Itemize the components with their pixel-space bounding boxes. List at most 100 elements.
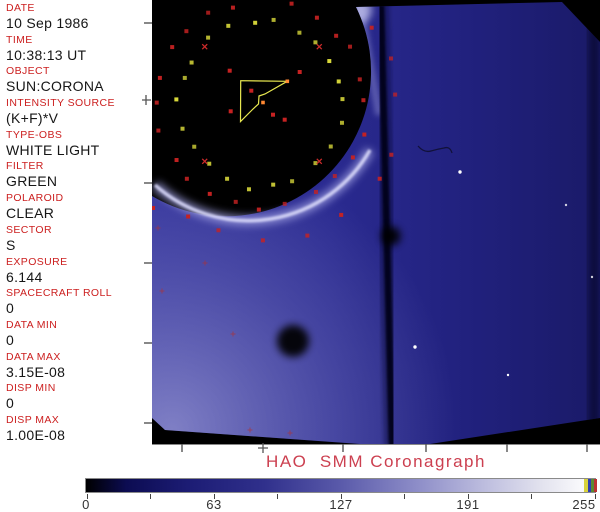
metadata-field: SECTORS [6, 224, 151, 256]
field-label: TYPE-OBS [6, 129, 151, 142]
mid-red-ring-dot [361, 98, 365, 102]
metadata-field: OBJECTSUN:CORONA [6, 65, 151, 97]
inner-yellow-ring-dot [253, 21, 257, 25]
colorbar-overlay-stripe [594, 479, 597, 492]
field-label: DATA MAX [6, 351, 151, 364]
inner-yellow-ring-dot [181, 127, 185, 131]
inner-yellow-ring-dot [207, 162, 211, 166]
outer-red-ring-dot [393, 93, 397, 97]
inner-yellow-ring-dot [337, 79, 341, 83]
field-label: SPACECRAFT ROLL [6, 287, 151, 300]
colorbar-label: 0 [82, 497, 90, 512]
mid-red-ring-dot [234, 200, 238, 204]
mid-red-ring-dot [334, 34, 338, 38]
field-value: CLEAR [6, 205, 151, 222]
metadata-sidebar: DATE10 Sep 1986TIME10:38:13 UTOBJECTSUN:… [6, 2, 151, 446]
mid-red-ring-dot [175, 158, 179, 162]
colorbar-tick [277, 494, 278, 499]
right-dark-column [588, 0, 600, 458]
colorbar-label: 191 [456, 497, 479, 512]
white-speck [591, 276, 593, 278]
colorbar-tick [150, 494, 151, 499]
inner-yellow-ring-dot [271, 183, 275, 187]
inner-yellow-ring-dot [290, 179, 294, 183]
metadata-field: DISP MIN0 [6, 382, 151, 414]
field-value: S [6, 237, 151, 254]
metadata-field: DISP MAX1.00E-08 [6, 414, 151, 446]
inner-yellow-ring-dot [297, 31, 301, 35]
metadata-field: DATA MAX3.15E-08 [6, 351, 151, 383]
metadata-field: DATE10 Sep 1986 [6, 2, 151, 34]
inner-yellow-ring-dot [329, 145, 333, 149]
mid-red-ring-dot [315, 16, 319, 20]
inner-yellow-ring-dot [183, 76, 187, 80]
inner-yellow-ring-dot [206, 36, 210, 40]
colorbar-label: 255 [572, 497, 595, 512]
field-value: 0 [6, 395, 151, 412]
inner-yellow-ring-dot [226, 24, 230, 28]
outer-red-ring-dot [378, 177, 382, 181]
field-value: 6.144 [6, 269, 151, 286]
field-label: SECTOR [6, 224, 151, 237]
inner-yellow-ring-dot [340, 121, 344, 125]
mid-red-ring-dot [351, 155, 355, 159]
colorbar-tick [341, 494, 342, 499]
field-value: 0 [6, 300, 151, 317]
extra-red-dot [151, 206, 155, 210]
field-value: SUN:CORONA [6, 78, 151, 95]
colorbar-tick [531, 494, 532, 499]
field-value: 3.15E-08 [6, 364, 151, 381]
metadata-field: EXPOSURE6.144 [6, 256, 151, 288]
field-value: GREEN [6, 173, 151, 190]
outer-red-ring-dot [261, 238, 265, 242]
field-label: DISP MAX [6, 414, 151, 427]
outer-red-ring-dot [389, 56, 393, 60]
mid-red-ring-dot [358, 77, 362, 81]
field-value: 10 Sep 1986 [6, 15, 151, 32]
colorbar-tick [214, 494, 215, 499]
dark-blob [382, 227, 401, 246]
mid-red-ring-dot [257, 208, 261, 212]
inner-yellow-ring-dot [174, 97, 178, 101]
inner-yellow-ring-dot [340, 97, 344, 101]
inner-yellow-ring-dot [247, 187, 251, 191]
extra-red-dot [228, 69, 232, 73]
mid-red-ring-dot [170, 45, 174, 49]
field-label: OBJECT [6, 65, 151, 78]
metadata-field: TIME10:38:13 UT [6, 34, 151, 66]
vertical-dark-band [381, 4, 392, 446]
extra-red-dot [249, 89, 253, 93]
field-label: TIME [6, 34, 151, 47]
inner-yellow-ring-dot [192, 145, 196, 149]
extra-red-dot [229, 109, 233, 113]
extra-red-dot [271, 113, 275, 117]
mid-red-ring-dot [155, 101, 159, 105]
metadata-field: POLAROIDCLEAR [6, 192, 151, 224]
outer-red-ring-dot [216, 228, 220, 232]
field-value: 1.00E-08 [6, 427, 151, 444]
mid-red-ring-dot [206, 11, 210, 15]
field-label: DATA MIN [6, 319, 151, 332]
metadata-field: DATA MIN0 [6, 319, 151, 351]
field-value: WHITE LIGHT [6, 142, 151, 159]
mid-red-ring-dot [158, 76, 162, 80]
left-cross-fiducial [142, 95, 151, 105]
coronagraph-image [142, 0, 600, 458]
outer-red-ring-dot [305, 234, 309, 238]
mid-red-ring-dot [314, 190, 318, 194]
colorbar-tick [468, 494, 469, 499]
colorbar-tick [595, 494, 596, 499]
metadata-field: SPACECRAFT ROLL0 [6, 287, 151, 319]
inner-yellow-ring-dot [327, 59, 331, 63]
mid-red-ring-dot [362, 133, 366, 137]
metadata-field: FILTERGREEN [6, 160, 151, 192]
mid-red-ring-dot [184, 29, 188, 33]
field-value: 0 [6, 332, 151, 349]
inner-yellow-ring-dot [190, 61, 194, 65]
metadata-field: TYPE-OBSWHITE LIGHT [6, 129, 151, 161]
colorbar-overlay-stripe [591, 479, 594, 492]
colorbar-tick [87, 494, 88, 499]
field-value: 10:38:13 UT [6, 47, 151, 64]
colorbar [85, 478, 596, 493]
white-speck [413, 345, 416, 348]
